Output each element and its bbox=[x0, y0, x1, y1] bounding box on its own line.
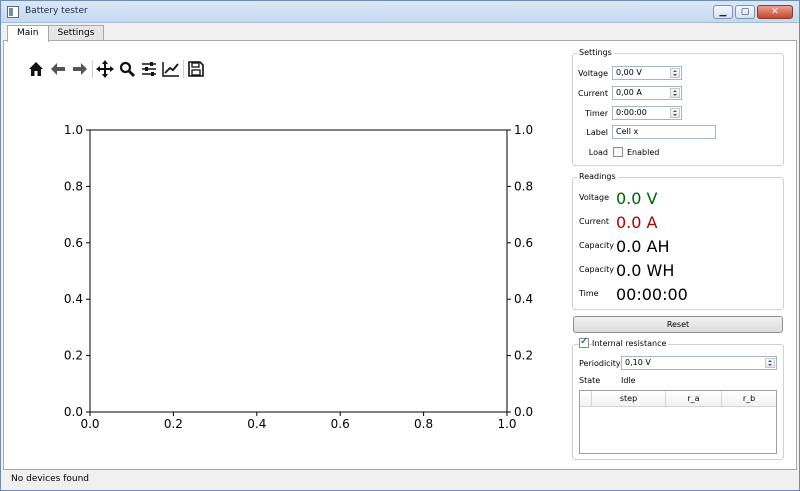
voltage-spinbox[interactable]: 0,00 V bbox=[612, 66, 682, 80]
y-tick-label: 0.6 bbox=[64, 236, 83, 250]
reading-capacity-ah-value: 0.0 AH bbox=[616, 237, 670, 256]
timer-spinbox-value: 0:00:00 bbox=[616, 108, 647, 117]
reading-capacity-wh-value: 0.0 WH bbox=[616, 261, 675, 280]
status-bar: No devices found bbox=[3, 470, 799, 490]
x-tick-label: 0.4 bbox=[247, 417, 266, 431]
minimize-icon: ▁ bbox=[719, 7, 727, 17]
reading-current-value: 0.0 A bbox=[616, 213, 658, 232]
reading-capacity-wh-label: Capacity bbox=[579, 265, 614, 274]
reading-voltage-label: Voltage bbox=[579, 193, 610, 202]
table-header: step r_a r_b bbox=[580, 391, 776, 407]
reading-time-label: Time bbox=[579, 289, 599, 298]
y-tick-label: 0.8 bbox=[64, 179, 83, 193]
spin-arrows-icon[interactable] bbox=[670, 108, 680, 118]
maximize-icon: ▢ bbox=[740, 7, 750, 17]
settings-group-title: Settings bbox=[577, 48, 614, 57]
x-tick-label: 0.2 bbox=[164, 417, 183, 431]
x-tick-label: 0.6 bbox=[331, 417, 350, 431]
reading-current-label: Current bbox=[579, 217, 610, 226]
maximize-button[interactable]: ▢ bbox=[735, 5, 755, 19]
voltage-spinbox-value: 0,00 V bbox=[616, 68, 642, 77]
reading-voltage-value: 0.0 V bbox=[616, 189, 658, 208]
load-enabled-label: Enabled bbox=[627, 148, 660, 157]
current-spinbox-value: 0,00 A bbox=[616, 88, 642, 97]
minimize-button[interactable]: ▁ bbox=[713, 5, 733, 19]
reset-button[interactable]: Reset bbox=[573, 316, 783, 333]
y-tick-label: 0.4 bbox=[64, 292, 83, 306]
column-header-r-a[interactable]: r_a bbox=[666, 391, 722, 406]
x-tick-label: 0.8 bbox=[414, 417, 433, 431]
spin-arrows-icon[interactable] bbox=[670, 88, 680, 98]
y-right-tick-label: 0.6 bbox=[514, 236, 533, 250]
periodicity-spinbox-value: 0,10 V bbox=[625, 358, 651, 367]
cell-label-input[interactable]: Cell x bbox=[612, 125, 716, 139]
y-right-tick-label: 1.0 bbox=[514, 123, 533, 137]
plot-axes-frame bbox=[89, 129, 508, 413]
y-right-tick-label: 0.0 bbox=[514, 405, 533, 419]
current-setting-label: Current bbox=[577, 89, 608, 98]
status-text: No devices found bbox=[11, 474, 90, 484]
y-tick-label: 0.2 bbox=[64, 349, 83, 363]
row-number-header bbox=[580, 391, 592, 406]
state-value: Idle bbox=[621, 376, 636, 385]
cell-label-label: Label bbox=[586, 128, 608, 137]
y-right-tick-label: 0.4 bbox=[514, 292, 533, 306]
close-icon: ✕ bbox=[771, 7, 779, 17]
reading-capacity-ah-label: Capacity bbox=[579, 241, 614, 250]
y-right-tick-label: 0.8 bbox=[514, 179, 533, 193]
timer-spinbox[interactable]: 0:00:00 bbox=[612, 106, 682, 120]
column-header-step[interactable]: step bbox=[592, 391, 666, 406]
readings-group-title: Readings bbox=[577, 172, 618, 181]
close-button[interactable]: ✕ bbox=[757, 5, 793, 19]
internal-resistance-title: Internal resistance bbox=[592, 339, 669, 348]
y-right-tick-label: 0.2 bbox=[514, 349, 533, 363]
spin-arrows-icon[interactable] bbox=[670, 68, 680, 78]
internal-resistance-checkbox[interactable] bbox=[579, 336, 589, 348]
load-enabled-checkbox[interactable] bbox=[613, 147, 623, 157]
y-tick-label: 1.0 bbox=[64, 123, 83, 137]
state-label: State bbox=[579, 376, 601, 385]
voltage-setting-label: Voltage bbox=[577, 69, 608, 78]
periodicity-label: Periodicity bbox=[579, 359, 621, 368]
main-window: Battery tester ▁ ▢ ✕ Main Settings 0.0 0… bbox=[0, 0, 800, 491]
x-tick-label: 0.0 bbox=[80, 417, 99, 431]
periodicity-spinbox[interactable]: 0,10 V bbox=[621, 356, 777, 370]
resistance-table[interactable]: step r_a r_b bbox=[579, 390, 777, 454]
current-spinbox[interactable]: 0,00 A bbox=[612, 86, 682, 100]
timer-setting-label: Timer bbox=[585, 109, 608, 118]
reading-time-value: 00:00:00 bbox=[616, 285, 688, 304]
y-tick-label: 0.0 bbox=[64, 405, 83, 419]
column-header-r-b[interactable]: r_b bbox=[722, 391, 776, 406]
spin-arrows-icon[interactable] bbox=[765, 358, 775, 368]
x-tick-label: 1.0 bbox=[497, 417, 516, 431]
load-label: Load bbox=[588, 148, 608, 157]
plot-canvas[interactable]: 0.0 0.2 0.4 0.6 0.8 1.00.00.20.40.60.81.00.00… bbox=[1, 1, 561, 441]
tab-main[interactable]: Main bbox=[7, 25, 49, 42]
